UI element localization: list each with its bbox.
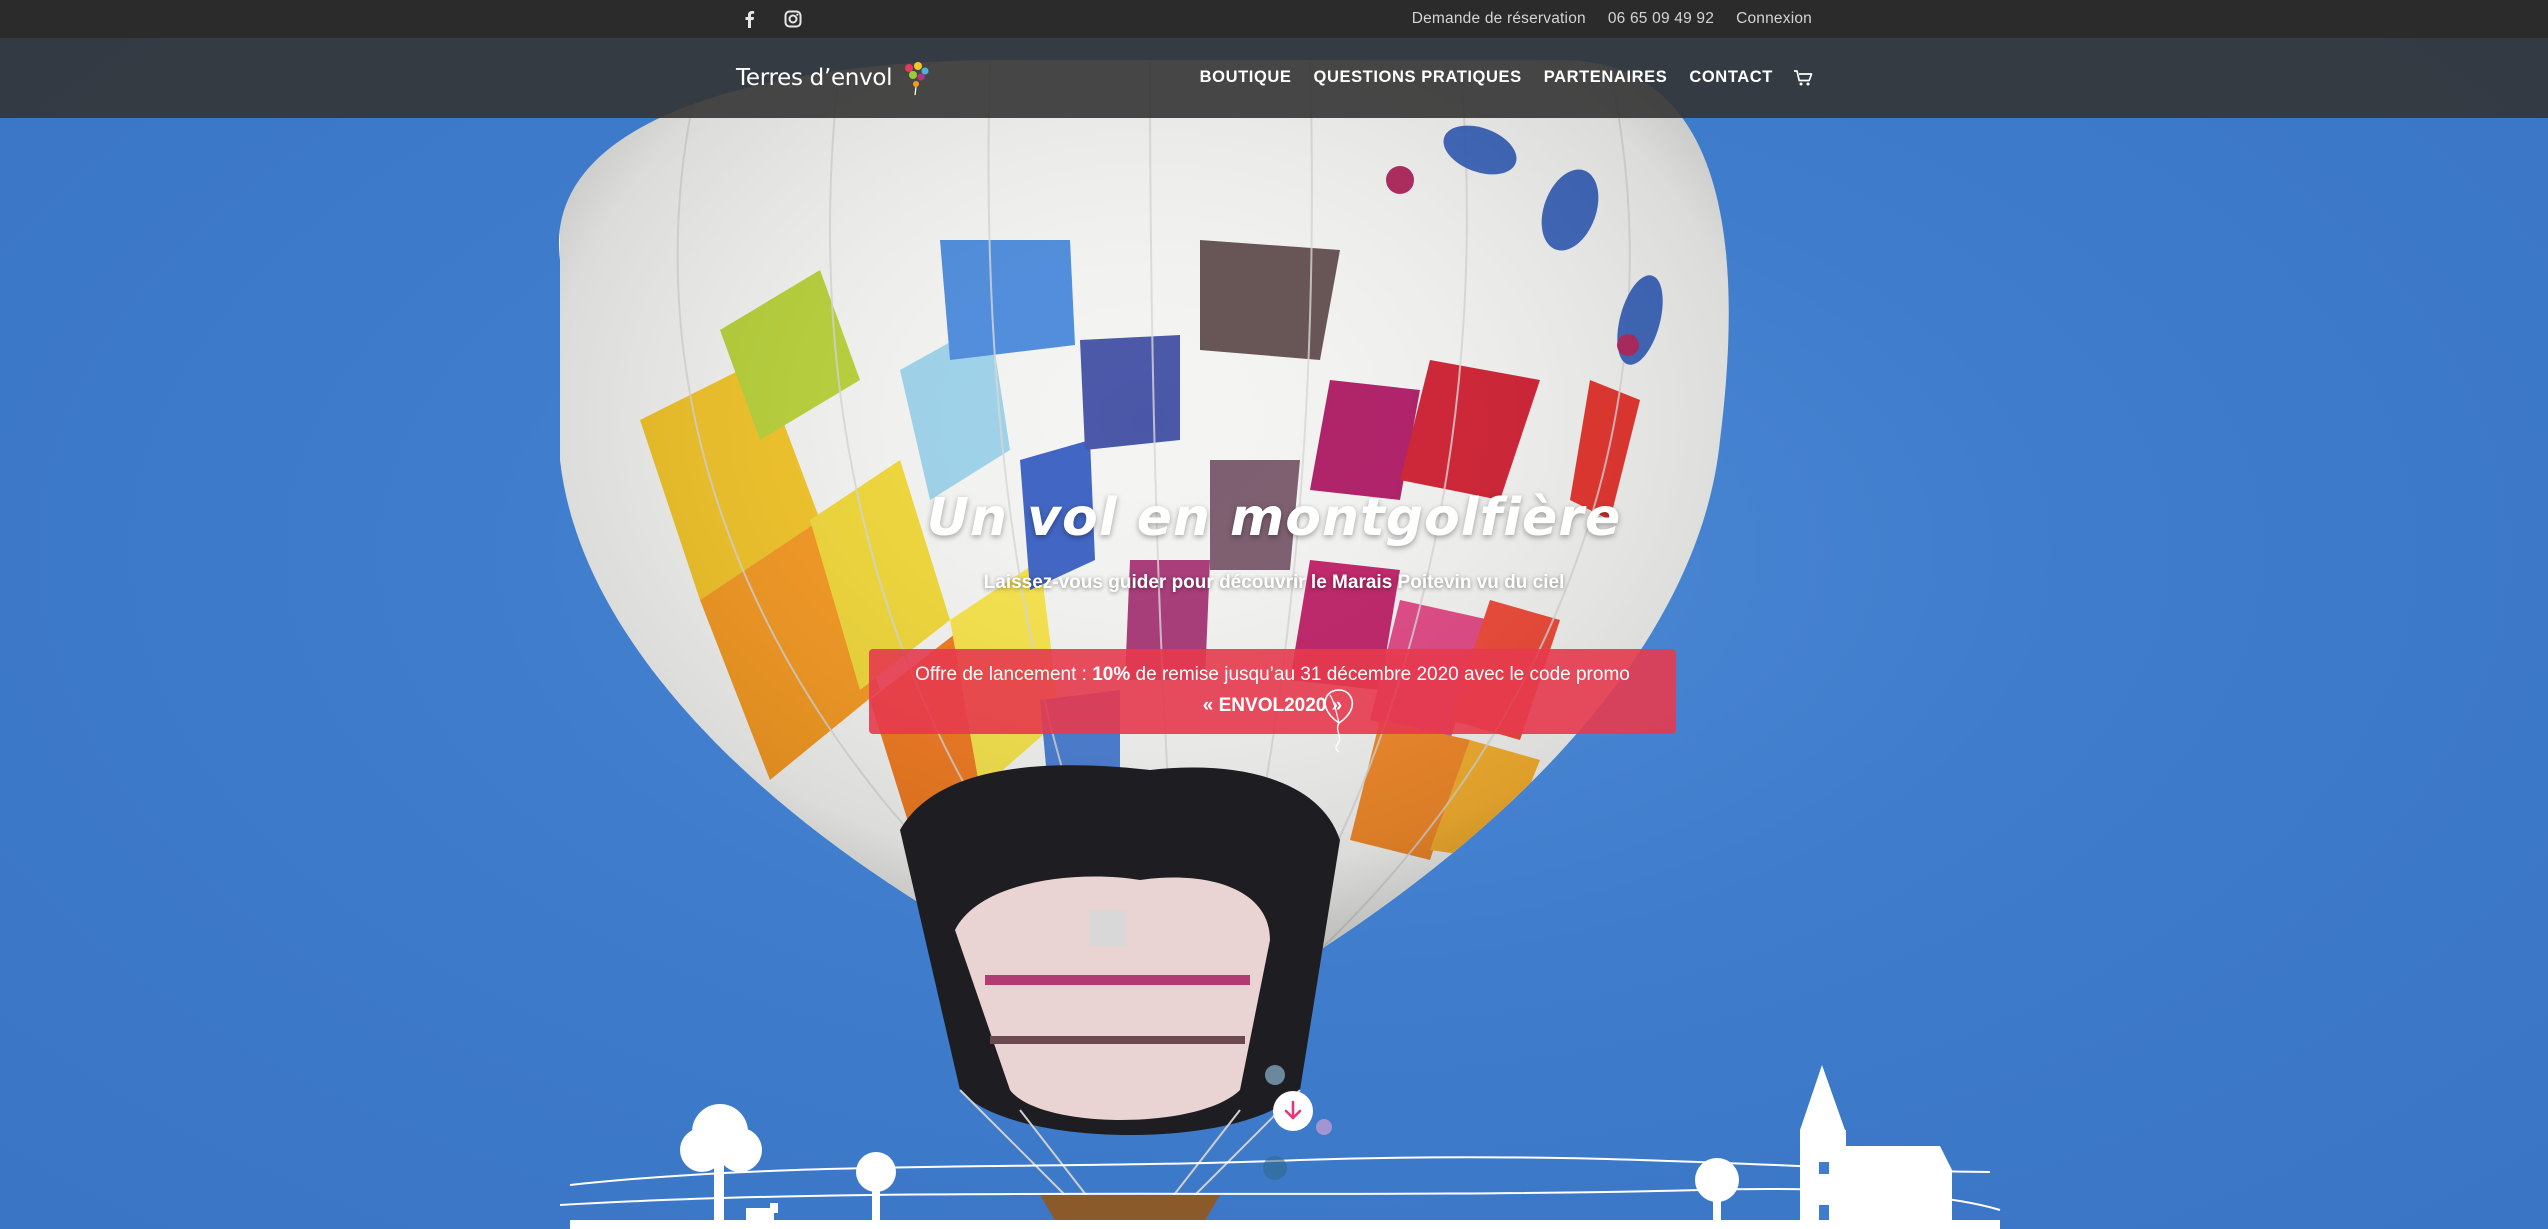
- hero-subtitle: Laissez-vous guider pour découvrir le Ma…: [983, 572, 1565, 593]
- nav-item-contact[interactable]: CONTACT: [1689, 68, 1773, 87]
- site-logo[interactable]: Terres d’envol: [736, 50, 930, 106]
- promo-code: « ENVOL2020 »: [1202, 695, 1343, 716]
- nav-item-questions-pratiques[interactable]: QUESTIONS PRATIQUES: [1314, 68, 1522, 87]
- hero-title: Un vol en montgolfière: [926, 488, 1622, 548]
- nav-item-boutique[interactable]: BOUTIQUE: [1200, 68, 1292, 87]
- top-bar: Demande de réservation 06 65 09 49 92 Co…: [0, 0, 2548, 38]
- hero-balloon-image: [558, 60, 2001, 1229]
- logo-text: Terres d’envol: [736, 65, 893, 91]
- facebook-icon[interactable]: [738, 8, 760, 30]
- cart-icon[interactable]: [1793, 69, 1813, 87]
- main-header: Terres d’envol BOUTIQUE QUESTIONS PRATIQ…: [0, 38, 2548, 118]
- promo-prefix: Offre de lancement :: [915, 664, 1093, 685]
- instagram-icon-glyph: [784, 10, 802, 28]
- promo-line-1: Offre de lancement : 10% de remise jusqu…: [869, 659, 1676, 690]
- instagram-icon[interactable]: [782, 8, 804, 30]
- cart-icon-glyph: [1794, 69, 1813, 85]
- social-links: [738, 8, 804, 30]
- facebook-icon-glyph: [745, 11, 754, 28]
- scroll-down-button[interactable]: [1273, 1091, 1313, 1131]
- promo-middle: de remise jusqu’au 31 décembre 2020 avec…: [1130, 664, 1630, 685]
- top-links: Demande de réservation 06 65 09 49 92 Co…: [1412, 10, 1812, 28]
- nav-item-partenaires[interactable]: PARTENAIRES: [1544, 68, 1668, 87]
- login-link[interactable]: Connexion: [1736, 10, 1812, 28]
- promo-discount: 10%: [1092, 664, 1131, 685]
- logo-balloon-icon: [905, 62, 929, 96]
- balloon-doodle-icon: [1324, 689, 1354, 753]
- page: Demande de réservation 06 65 09 49 92 Co…: [0, 0, 2548, 1229]
- phone-link[interactable]: 06 65 09 49 92: [1608, 10, 1714, 28]
- promo-banner: Offre de lancement : 10% de remise jusqu…: [869, 649, 1676, 753]
- arrow-down-icon: [1284, 1100, 1302, 1120]
- main-menu: BOUTIQUE QUESTIONS PRATIQUES PARTENAIRES…: [1200, 68, 1813, 87]
- reservation-link[interactable]: Demande de réservation: [1412, 10, 1586, 28]
